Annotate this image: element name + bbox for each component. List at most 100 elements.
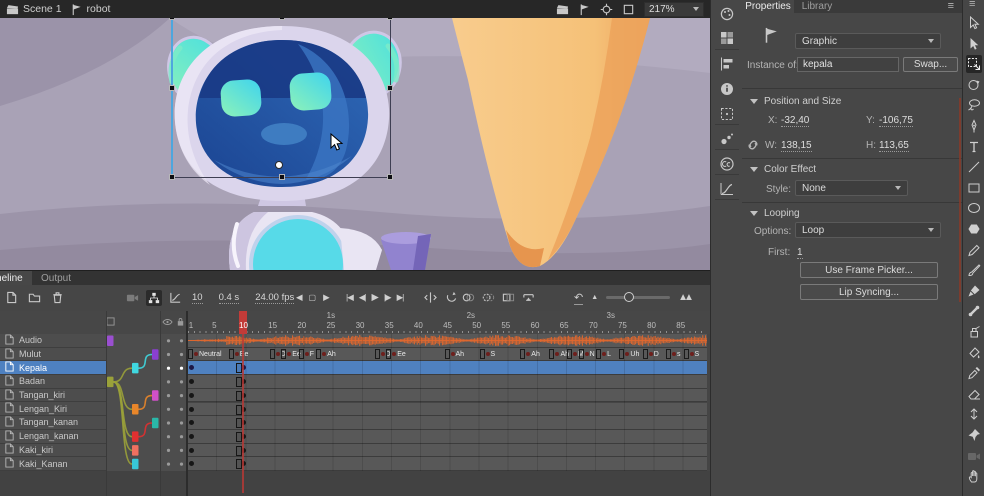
symbol-breadcrumb[interactable]: robot <box>87 3 111 15</box>
tab-library[interactable]: Library <box>796 0 838 13</box>
phoneme-keyframe[interactable]: F <box>299 349 314 360</box>
layer-row-kepala[interactable]: Kepala <box>0 361 106 375</box>
paint-bucket-tool[interactable] <box>966 344 982 362</box>
color-style-select[interactable]: None <box>795 180 908 196</box>
layer-row-tangan_kiri[interactable]: Tangan_kiri <box>0 389 106 403</box>
layer-row-kaki_kanan[interactable]: Kaki_Kanan <box>0 457 106 471</box>
link-width-height-icon[interactable] <box>746 138 760 152</box>
stage-canvas[interactable] <box>0 18 710 270</box>
phoneme-keyframe[interactable]: Ah <box>445 349 465 360</box>
keyframe-dot[interactable] <box>241 461 246 466</box>
frame-row-lengan_kanan[interactable] <box>188 430 707 444</box>
phoneme-keyframe[interactable]: S <box>480 349 496 360</box>
tab-timeline[interactable]: Timeline <box>0 271 32 285</box>
keyframe-dot[interactable] <box>189 461 194 466</box>
timeline-zoom-slider-knob[interactable] <box>624 292 634 302</box>
rectangle-tool[interactable] <box>966 179 982 197</box>
free-transform-tool[interactable] <box>966 55 982 73</box>
selection-handle-bottom-left[interactable] <box>169 174 175 180</box>
frame-row-kepala[interactable] <box>188 361 707 375</box>
scene-clapperboard-icon[interactable] <box>6 3 19 16</box>
layer-row-kaki_kiri[interactable]: Kaki_kiri <box>0 444 106 458</box>
timeline-zoom-slider[interactable] <box>606 296 670 299</box>
loop-frame-range-button[interactable]: ▢ <box>309 293 317 302</box>
play-button[interactable]: ▶ <box>372 292 378 303</box>
outline-column-icon[interactable] <box>106 317 115 326</box>
center-playhead-button[interactable] <box>424 291 437 304</box>
width-tool[interactable] <box>966 405 982 423</box>
looping-section-header[interactable]: Looping <box>750 208 800 219</box>
align-panel-icon[interactable] <box>719 56 735 72</box>
phoneme-keyframe[interactable]: D <box>643 349 659 360</box>
phoneme-keyframe[interactable]: S <box>684 349 700 360</box>
y-value[interactable]: -106,75 <box>879 115 913 127</box>
text-tool[interactable] <box>966 138 982 156</box>
show-parenting-view-button[interactable] <box>146 290 162 306</box>
selection-tool[interactable] <box>966 14 982 32</box>
frame-row-audio[interactable] <box>188 334 707 348</box>
new-layer-button[interactable] <box>5 291 18 304</box>
visibility-column-icon[interactable] <box>162 318 173 326</box>
swap-button[interactable]: Swap... <box>903 57 958 72</box>
frame-row-badan[interactable] <box>188 375 707 389</box>
gradient-transform-tool[interactable] <box>966 76 982 94</box>
layer-row-lengan_kanan[interactable]: Lengan_kanan <box>0 430 106 444</box>
edit-scene-icon[interactable] <box>556 3 569 16</box>
selection-handle-top-left[interactable] <box>169 18 175 20</box>
classic-brush-tool[interactable] <box>966 282 982 300</box>
phoneme-keyframe[interactable]: s <box>666 349 681 360</box>
phoneme-keyframe[interactable]: Ah <box>316 349 336 360</box>
phoneme-keyframe[interactable]: Neutral <box>188 349 222 360</box>
reset-timeline-zoom-button[interactable]: ↶ <box>574 291 583 305</box>
loop-playback-button[interactable] <box>445 291 458 304</box>
selection-handle-middle-right[interactable] <box>387 85 393 91</box>
frame-row-mulut[interactable]: NeutralEeDEeFAhDEeAhSAhAhMNLUhDsS <box>188 348 707 362</box>
brush-library-panel-icon[interactable] <box>719 131 735 147</box>
pen-tool[interactable] <box>966 117 982 135</box>
transform-panel-icon[interactable] <box>719 106 735 122</box>
timeline-zoom-out-button[interactable]: ▲ <box>591 294 598 301</box>
frame-row-lengan_kiri[interactable] <box>188 403 707 417</box>
eyedropper-tool[interactable] <box>966 364 982 382</box>
instance-name-field[interactable]: kepala <box>797 57 899 72</box>
phoneme-keyframe[interactable]: Ee <box>229 349 249 360</box>
keyframe-dot[interactable] <box>241 393 246 398</box>
eraser-tool[interactable] <box>966 385 982 403</box>
timeline-zoom-in-button[interactable]: ▲▲ <box>678 292 694 303</box>
pencil-tool[interactable] <box>966 241 982 259</box>
panel-menu-icon[interactable]: ≡ <box>948 0 954 12</box>
onion-skin-button[interactable] <box>462 291 475 304</box>
step-back-one-frame-button[interactable]: ◀ <box>296 292 302 303</box>
show-layer-depth-button[interactable] <box>169 291 182 304</box>
cc-libraries-panel-icon[interactable] <box>719 156 735 172</box>
step-back-button[interactable]: ◀| <box>359 292 366 303</box>
keyframe-dot[interactable] <box>189 379 194 384</box>
selection-bounding-box[interactable] <box>171 18 391 178</box>
layer-row-lengan_kiri[interactable]: Lengan_Kiri <box>0 402 106 416</box>
subselection-tool[interactable] <box>966 35 982 53</box>
scene-name[interactable]: Scene 1 <box>23 3 62 15</box>
frame-row-kaki_kanan[interactable] <box>188 457 707 471</box>
asset-warp-tool[interactable] <box>966 426 982 444</box>
selection-handle-bottom-right[interactable] <box>387 174 393 180</box>
current-frame-value[interactable]: 10 <box>192 292 203 304</box>
color-panel-icon[interactable] <box>719 6 735 22</box>
lock-column-icon[interactable] <box>176 317 185 327</box>
delete-layer-button[interactable] <box>51 291 64 304</box>
h-value[interactable]: 113,65 <box>879 140 909 152</box>
onion-skin-outlines-button[interactable] <box>482 291 495 304</box>
tools-menu-icon[interactable]: ≡ <box>969 0 975 10</box>
polystar-tool[interactable] <box>966 220 982 238</box>
frame-rate-value[interactable]: 24.00 fps <box>255 292 294 304</box>
keyframe-dot[interactable] <box>189 420 194 425</box>
layer-row-mulut[interactable]: Mulut <box>0 348 106 362</box>
use-frame-picker-button[interactable]: Use Frame Picker... <box>800 262 938 278</box>
stage-zoom-select[interactable]: 217% <box>644 2 704 17</box>
phoneme-keyframe[interactable]: N <box>579 349 595 360</box>
color-effect-section-header[interactable]: Color Effect <box>750 164 816 175</box>
center-stage-icon[interactable] <box>600 3 613 16</box>
lasso-tool[interactable] <box>966 96 982 114</box>
camera-tool[interactable] <box>966 447 982 465</box>
keyframe-dot[interactable] <box>189 407 194 412</box>
add-camera-button[interactable] <box>126 291 139 304</box>
